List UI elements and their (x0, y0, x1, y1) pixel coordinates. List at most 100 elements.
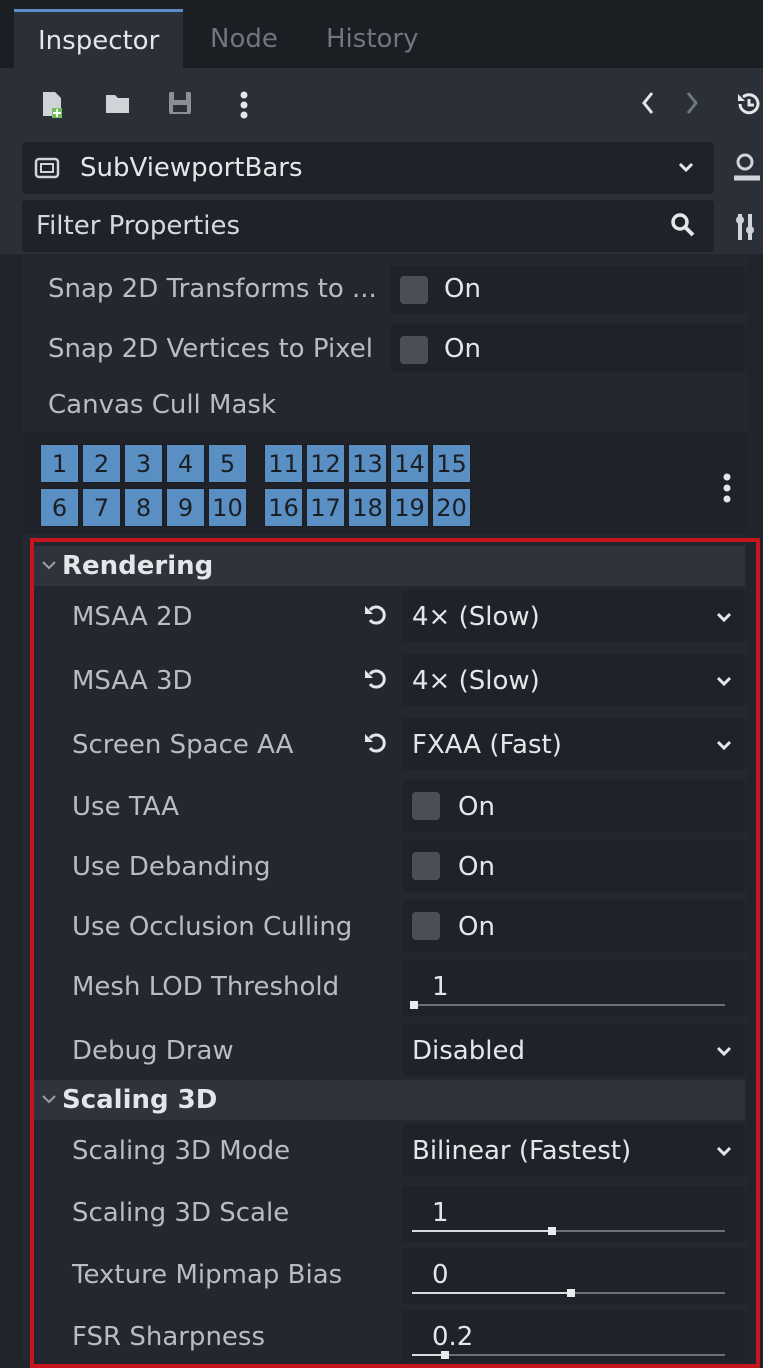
use-debanding-checkbox[interactable] (402, 840, 745, 892)
scaling-3d-scale-slider[interactable] (402, 1186, 745, 1242)
prop-label: Canvas Cull Mask (48, 390, 277, 420)
layer-bit[interactable]: 19 (390, 488, 429, 527)
tab-label: History (326, 24, 419, 54)
slider-grabber[interactable] (567, 1289, 575, 1297)
section-title: Rendering (62, 551, 214, 581)
layer-bit[interactable]: 15 (432, 444, 471, 483)
prop-label: Mesh LOD Threshold (72, 972, 340, 1002)
layer-bit[interactable]: 16 (264, 488, 303, 527)
use-taa-checkbox[interactable] (402, 780, 745, 832)
layer-bit[interactable]: 8 (124, 488, 163, 527)
prop-label: Snap 2D Vertices to Pixel (48, 334, 373, 364)
chevron-down-icon (714, 1136, 734, 1173)
dropdown-value: FXAA (Fast) (412, 730, 562, 760)
reset-icon[interactable] (362, 664, 390, 699)
prop-label: Use TAA (72, 792, 179, 822)
tab-label: Node (210, 24, 278, 54)
layer-bit[interactable]: 14 (390, 444, 429, 483)
back-arrow-icon[interactable] (634, 90, 662, 122)
slider-fill (412, 1354, 443, 1356)
slider-value: 1 (432, 1198, 449, 1228)
layer-bit[interactable]: 12 (306, 444, 345, 483)
prop-label: MSAA 3D (72, 666, 193, 696)
chevron-down-icon (40, 1086, 58, 1110)
prop-label: MSAA 2D (72, 602, 193, 632)
section-title: Scaling 3D (62, 1085, 218, 1115)
mesh-lod-threshold-slider[interactable] (402, 960, 745, 1016)
layer-bit[interactable]: 6 (40, 488, 79, 527)
prop-label: Snap 2D Transforms to ... (48, 274, 377, 304)
layer-bit[interactable]: 9 (166, 488, 205, 527)
history-icon[interactable] (734, 90, 762, 122)
layer-bit[interactable]: 10 (208, 488, 247, 527)
slider-grabber[interactable] (548, 1227, 556, 1235)
layer-bit[interactable]: 13 (348, 444, 387, 483)
checkbox-label: On (444, 334, 481, 364)
slider-track (412, 1354, 725, 1356)
slider-fill (412, 1292, 569, 1294)
checkbox-icon (400, 336, 428, 364)
open-docs-icon[interactable] (730, 148, 763, 188)
checkbox-label: On (444, 274, 481, 304)
slider-grabber[interactable] (410, 1001, 418, 1009)
prop-label: Scaling 3D Scale (72, 1198, 290, 1228)
checkbox-icon (412, 912, 440, 940)
layer-bit[interactable]: 1 (40, 444, 79, 483)
subviewport-icon (34, 156, 60, 180)
tools-icon[interactable] (734, 210, 763, 244)
layer-bit[interactable]: 5 (208, 444, 247, 483)
layer-bit[interactable]: 11 (264, 444, 303, 483)
dropdown-value: 4× (Slow) (412, 666, 540, 696)
checkbox-label: On (458, 792, 495, 822)
slider-fill (412, 1230, 550, 1232)
open-folder-icon[interactable] (104, 90, 132, 122)
more-vert-icon[interactable] (722, 472, 732, 506)
prop-label: Screen Space AA (72, 730, 294, 760)
layer-bit[interactable]: 4 (166, 444, 205, 483)
chevron-down-icon (40, 552, 58, 576)
tab-history[interactable]: History (302, 10, 443, 68)
reset-icon[interactable] (362, 728, 390, 763)
prop-label: Debug Draw (72, 1036, 234, 1066)
checkbox-label: On (458, 912, 495, 942)
tab-label: Inspector (38, 26, 160, 56)
save-icon[interactable] (166, 90, 194, 122)
prop-label: Use Occlusion Culling (72, 912, 353, 942)
chevron-down-icon (676, 152, 696, 188)
checkbox-icon (412, 792, 440, 820)
use-occlusion-culling-checkbox[interactable] (402, 900, 745, 952)
new-resource-icon[interactable] (38, 90, 66, 122)
dropdown-value: Bilinear (Fastest) (412, 1136, 632, 1166)
checkbox-label: On (458, 852, 495, 882)
forward-arrow-icon[interactable] (678, 90, 706, 122)
reset-icon[interactable] (362, 600, 390, 635)
node-name: SubViewportBars (80, 153, 303, 183)
layer-bit[interactable]: 17 (306, 488, 345, 527)
tab-inspector[interactable]: Inspector (14, 9, 184, 70)
prop-label: Texture Mipmap Bias (72, 1260, 343, 1290)
checkbox-icon (400, 276, 428, 304)
prop-label: Scaling 3D Mode (72, 1136, 291, 1166)
slider-value: 1 (432, 972, 449, 1002)
chevron-down-icon (714, 666, 734, 703)
chevron-down-icon (714, 730, 734, 767)
dropdown-value: 4× (Slow) (412, 602, 540, 632)
prop-label: Use Debanding (72, 852, 271, 882)
tab-node[interactable]: Node (186, 10, 302, 68)
layer-bit[interactable]: 2 (82, 444, 121, 483)
chevron-down-icon (714, 602, 734, 639)
checkbox-icon (412, 852, 440, 880)
layer-bit[interactable]: 20 (432, 488, 471, 527)
layer-bit[interactable]: 3 (124, 444, 163, 483)
search-icon (668, 210, 698, 240)
filter-placeholder: Filter Properties (36, 211, 241, 241)
slider-value: 0 (432, 1260, 449, 1290)
layer-bit[interactable]: 7 (82, 488, 121, 527)
dropdown-value: Disabled (412, 1036, 525, 1066)
slider-track (412, 1004, 725, 1006)
more-vert-icon[interactable] (230, 90, 258, 122)
chevron-down-icon (714, 1036, 734, 1073)
layer-bit[interactable]: 18 (348, 488, 387, 527)
slider-value: 0.2 (432, 1322, 474, 1352)
slider-grabber[interactable] (441, 1351, 449, 1359)
